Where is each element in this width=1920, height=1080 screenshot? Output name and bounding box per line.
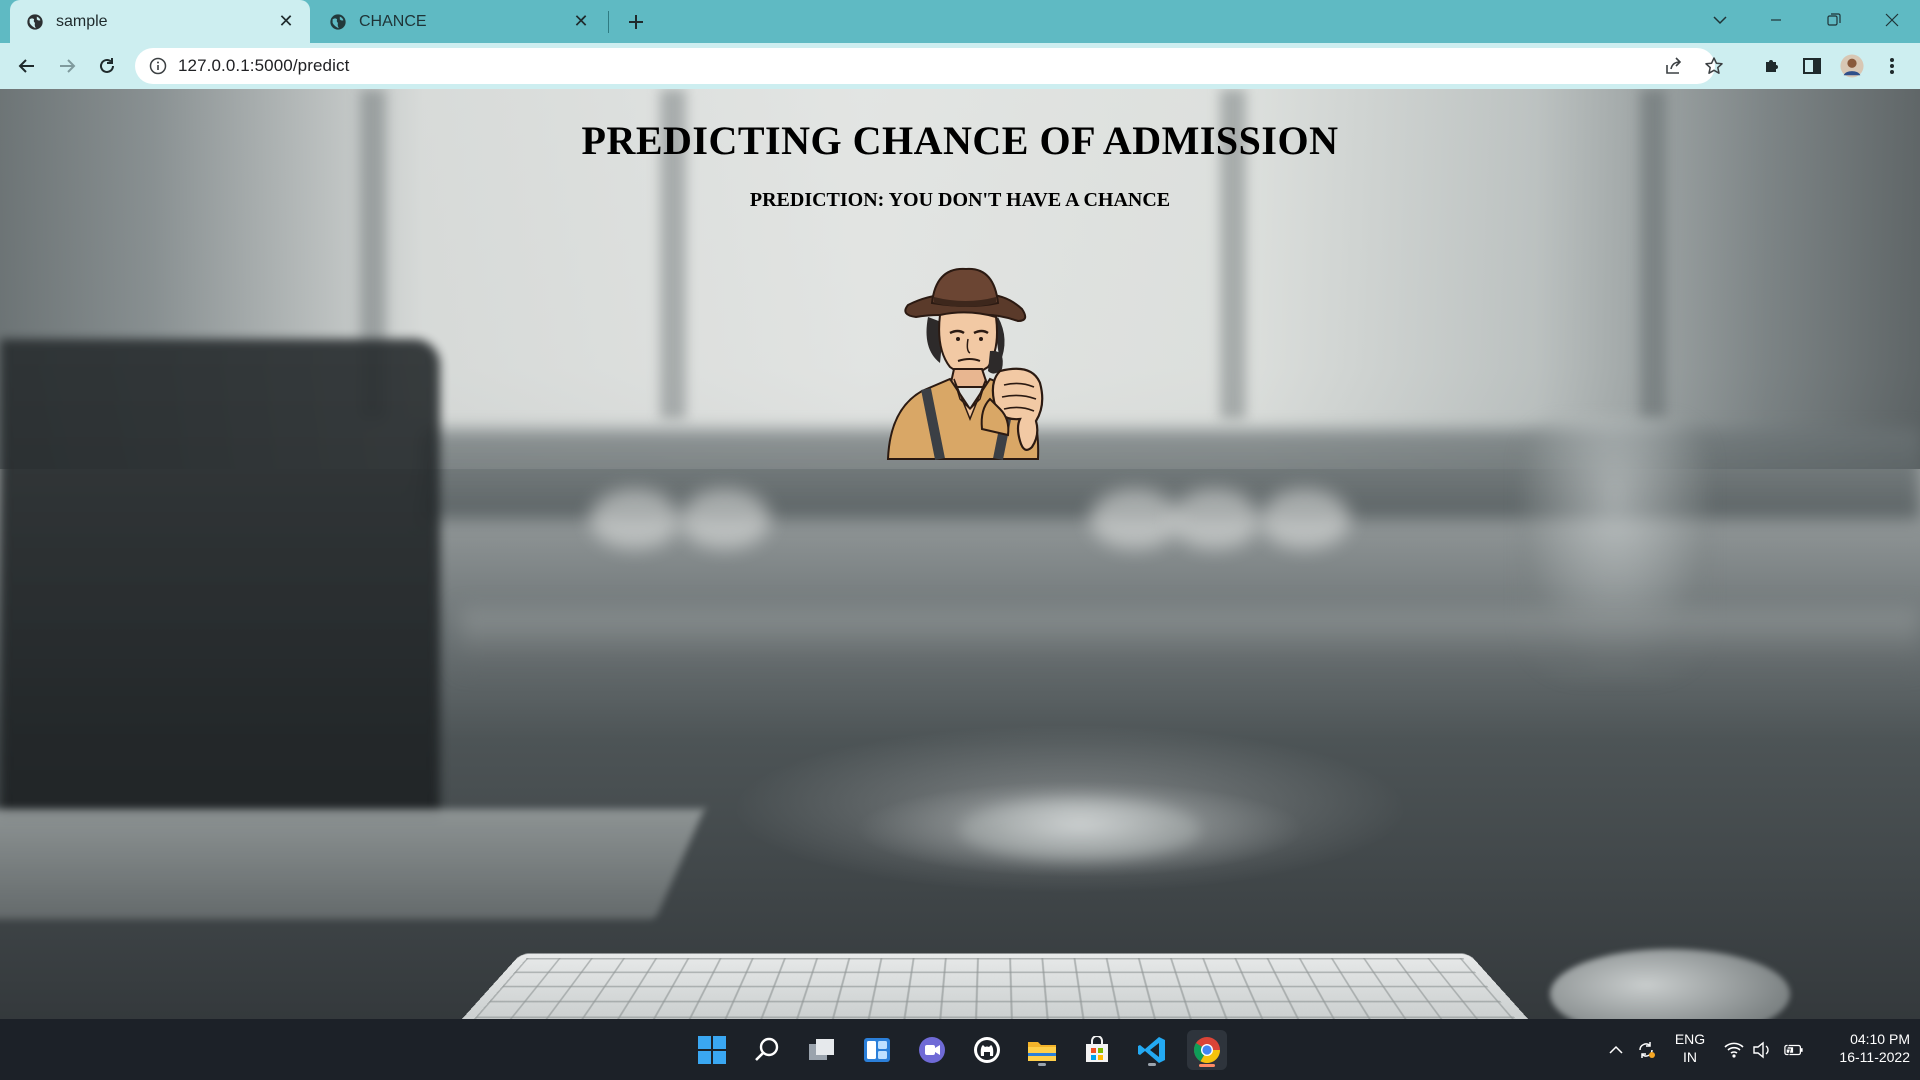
task-view-button[interactable] xyxy=(802,1030,842,1070)
minimize-icon xyxy=(1771,19,1781,21)
taskbar: ENG IN 04:10 PM 16-11-2022 xyxy=(0,1019,1920,1080)
vscode-button[interactable] xyxy=(1132,1030,1172,1070)
share-button[interactable] xyxy=(1663,55,1685,77)
start-button[interactable] xyxy=(692,1030,732,1070)
tab-strip: sample ✕ CHANCE ✕ xyxy=(0,0,1920,43)
volume-button[interactable] xyxy=(1752,1040,1772,1060)
share-icon xyxy=(1666,57,1682,74)
profile-button[interactable] xyxy=(1840,54,1864,78)
sync-status-button[interactable] xyxy=(1636,1040,1656,1060)
extensions-button[interactable] xyxy=(1760,54,1784,78)
running-indicator xyxy=(1038,1063,1046,1066)
puzzle-icon xyxy=(1766,60,1778,72)
tab-divider xyxy=(608,11,609,33)
menu-button[interactable] xyxy=(1880,54,1904,78)
address-bar[interactable]: 127.0.0.1:5000/predict xyxy=(135,48,1723,84)
wifi-icon xyxy=(1724,1042,1744,1058)
reload-button[interactable] xyxy=(93,52,121,80)
tab-chance[interactable]: CHANCE ✕ xyxy=(313,0,605,43)
close-icon[interactable]: ✕ xyxy=(569,10,593,34)
microsoft-store-button[interactable] xyxy=(1077,1030,1117,1070)
widgets-button[interactable] xyxy=(857,1030,897,1070)
side-panel-icon xyxy=(1803,58,1821,74)
background-detail xyxy=(1170,489,1260,549)
battery-icon xyxy=(1784,1041,1803,1057)
clock-date: 16-11-2022 xyxy=(1839,1049,1910,1065)
background-detail xyxy=(590,489,680,549)
widgets-icon xyxy=(864,1038,890,1062)
sync-icon xyxy=(1639,1042,1655,1058)
forward-arrow-icon xyxy=(60,59,76,73)
restore-icon xyxy=(1827,13,1841,26)
tab-search-icon xyxy=(1713,16,1727,25)
restore-button[interactable] xyxy=(1806,0,1862,40)
running-indicator xyxy=(1148,1063,1156,1066)
avatar xyxy=(1840,54,1864,78)
background-detail xyxy=(0,809,705,919)
github-button[interactable] xyxy=(967,1030,1007,1070)
bookmark-button[interactable] xyxy=(1703,55,1725,77)
language-code: ENG xyxy=(1674,1031,1706,1047)
vscode-icon xyxy=(1138,1037,1165,1063)
battery-button[interactable] xyxy=(1784,1040,1804,1060)
active-indicator xyxy=(1199,1064,1215,1067)
search-button[interactable] xyxy=(747,1030,787,1070)
globe-icon xyxy=(27,13,43,30)
background-detail xyxy=(460,609,1920,669)
minimize-button[interactable] xyxy=(1748,0,1804,40)
page-title: PREDICTING CHANCE OF ADMISSION xyxy=(581,118,1339,163)
star-icon xyxy=(1705,57,1723,74)
background-detail xyxy=(680,489,770,549)
teams-chat-icon xyxy=(919,1037,945,1063)
region-code: IN xyxy=(1683,1049,1697,1065)
search-icon xyxy=(755,1037,779,1061)
chat-button[interactable] xyxy=(912,1030,952,1070)
side-panel-button[interactable] xyxy=(1800,54,1824,78)
chrome-button[interactable] xyxy=(1187,1030,1227,1070)
background-detail xyxy=(960,799,1200,859)
tab-search-button[interactable] xyxy=(1692,0,1748,40)
wifi-button[interactable] xyxy=(1724,1040,1744,1060)
close-icon[interactable]: ✕ xyxy=(274,10,298,34)
chrome-icon xyxy=(1193,1037,1221,1064)
background-detail xyxy=(1260,489,1350,549)
info-icon[interactable] xyxy=(149,57,167,75)
url-text: 127.0.0.1:5000/predict xyxy=(178,56,350,75)
background-detail xyxy=(0,339,440,819)
globe-icon xyxy=(330,13,346,30)
reload-icon xyxy=(100,58,114,73)
github-icon xyxy=(974,1037,1000,1063)
task-view-icon xyxy=(809,1039,834,1060)
back-arrow-icon xyxy=(18,59,34,73)
file-explorer-icon xyxy=(1028,1042,1056,1061)
close-window-button[interactable] xyxy=(1864,0,1920,40)
tab-title: CHANCE xyxy=(359,12,427,30)
background-detail xyxy=(1550,949,1790,1019)
forward-button[interactable] xyxy=(53,52,81,80)
file-explorer-button[interactable] xyxy=(1022,1030,1062,1070)
windows-start-icon xyxy=(698,1036,726,1064)
clock[interactable]: 04:10 PM 16-11-2022 xyxy=(1816,1030,1910,1066)
plus-icon xyxy=(629,15,643,29)
page-viewport: PREDICTING CHANCE OF ADMISSION PREDICTIO… xyxy=(0,89,1920,1019)
show-hidden-icons-button[interactable] xyxy=(1606,1040,1626,1060)
background-detail xyxy=(1090,489,1180,549)
new-tab-button[interactable] xyxy=(622,8,650,36)
clock-time: 04:10 PM xyxy=(1850,1031,1910,1047)
close-icon xyxy=(1885,13,1899,27)
language-indicator[interactable]: ENG IN xyxy=(1672,1030,1708,1066)
back-button[interactable] xyxy=(13,52,41,80)
kebab-menu-icon xyxy=(1890,58,1894,74)
prediction-text: PREDICTION: YOU DON'T HAVE A CHANCE xyxy=(749,189,1171,211)
volume-icon xyxy=(1753,1041,1769,1059)
background-detail xyxy=(469,958,1521,1019)
cowboy-thumbs-down-illustration xyxy=(886,267,1044,460)
browser-toolbar: 127.0.0.1:5000/predict xyxy=(0,43,1920,89)
chevron-up-icon xyxy=(1609,1045,1623,1054)
tab-title: sample xyxy=(56,12,108,30)
microsoft-store-icon xyxy=(1086,1036,1108,1062)
tab-sample[interactable]: sample ✕ xyxy=(10,0,310,43)
